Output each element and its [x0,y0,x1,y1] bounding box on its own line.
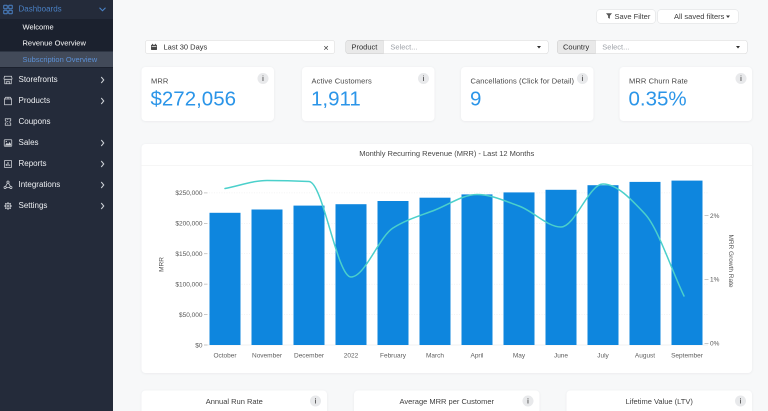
svg-text:May: May [513,353,526,360]
svg-text:1%: 1% [710,277,720,284]
svg-text:February: February [380,353,407,360]
svg-text:June: June [554,353,568,360]
svg-text:July: July [597,353,609,360]
svg-text:August: August [635,353,655,360]
svg-text:$50,000: $50,000 [179,312,203,319]
svg-text:$150,000: $150,000 [175,251,202,258]
svg-text:September: September [671,353,704,360]
svg-text:$250,000: $250,000 [175,190,202,197]
svg-text:$200,000: $200,000 [175,221,202,228]
svg-text:0%: 0% [710,341,720,348]
svg-text:November: November [252,353,283,360]
svg-text:$0: $0 [195,342,203,349]
svg-text:October: October [213,353,237,360]
svg-text:MRR: MRR [159,257,166,272]
svg-text:2%: 2% [710,213,720,220]
svg-text:$100,000: $100,000 [175,281,202,288]
svg-text:April: April [470,353,484,360]
svg-text:2022: 2022 [344,353,359,360]
svg-text:December: December [294,353,325,360]
svg-text:March: March [426,353,444,360]
svg-text:MRR Growth Rate: MRR Growth Rate [727,234,734,287]
